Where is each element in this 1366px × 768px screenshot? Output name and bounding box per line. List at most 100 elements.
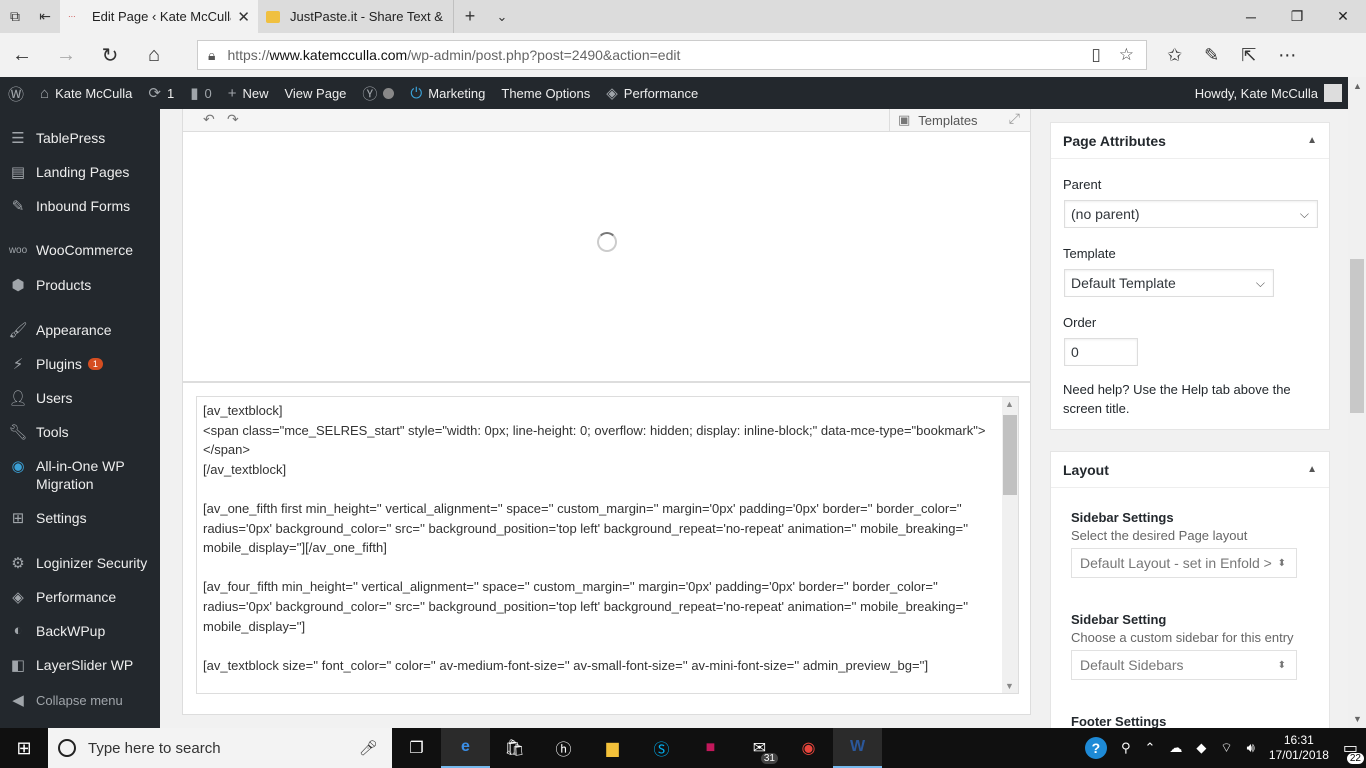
taskbar-search[interactable]: Type here to search 🎤︎ [48, 728, 392, 768]
home-icon[interactable]: ⌂ [132, 44, 176, 67]
tab-preview-chevron-icon[interactable]: ⌄ [486, 0, 518, 33]
share-icon[interactable]: ⇱ [1241, 45, 1256, 66]
menu-item-appearance[interactable]: 🖌︎ Appearance [0, 321, 160, 339]
undo-icon[interactable]: ↶ [203, 111, 215, 128]
page-scroll-thumb[interactable] [1350, 259, 1364, 413]
skype-icon[interactable]: Ⓢ [637, 728, 686, 768]
favorites-hub-icon[interactable]: ✩ [1167, 45, 1182, 66]
order-input[interactable]: 0 [1064, 338, 1138, 366]
microphone-icon[interactable]: 🎤︎ [359, 739, 378, 757]
scroll-thumb[interactable] [1003, 415, 1017, 495]
favorite-star-icon[interactable]: ☆ [1119, 45, 1134, 65]
parent-select[interactable]: (no parent) ⌵ [1064, 200, 1318, 228]
collapse-caret-icon[interactable]: ▲ [1307, 135, 1317, 146]
windows-start-icon[interactable]: ⊞ [0, 738, 48, 759]
help-question-icon[interactable]: ? [1084, 737, 1107, 759]
new-content-link[interactable]: + New [220, 77, 277, 109]
marketing-link[interactable]: ⏻ Marketing [402, 77, 493, 109]
menu-item-layerslider[interactable]: ◧ LayerSlider WP [0, 656, 160, 674]
refresh-icon[interactable]: ↻ [88, 43, 132, 68]
site-name-link[interactable]: ⌂ Kate McCulla [32, 77, 140, 109]
tray-chevron-icon[interactable]: ⌃ [1144, 740, 1155, 756]
order-label: Order [1063, 315, 1097, 330]
fullscreen-icon[interactable]: ⤢ [1009, 110, 1020, 127]
menu-item-products[interactable]: ⬢ Products [0, 276, 160, 294]
wordpress-logo-icon[interactable]: Ⓦ [0, 77, 32, 109]
chrome-icon[interactable]: ◉ [784, 728, 833, 768]
menu-item-inbound-forms[interactable]: ✎ Inbound Forms [0, 197, 160, 215]
back-arrow-icon[interactable]: ← [0, 44, 44, 67]
menu-item-plugins[interactable]: ⚡︎ Plugins 1 [0, 355, 160, 373]
performance-link[interactable]: ◈ Performance [598, 77, 706, 109]
my-account-link[interactable]: Howdy, Kate McCulla [1187, 77, 1348, 109]
sidebar-layout-select[interactable]: Default Layout - set in Enfold > ⬍ [1071, 548, 1297, 578]
menu-item-landing-pages[interactable]: ▤ Landing Pages [0, 163, 160, 181]
menu-item-settings[interactable]: ⊞ Settings [0, 509, 160, 527]
migration-icon: ◉ [11, 458, 25, 475]
comments-link[interactable]: ▮ 0 [182, 77, 220, 109]
builder-toolbar: ↶ ↷ ▣ Templates ⤢ [182, 109, 1031, 132]
templates-button[interactable]: ▣ Templates [889, 109, 986, 131]
url-field[interactable]: 🔒︎ https://www.katemcculla.com/wp-admin/… [197, 40, 1147, 70]
layout-header[interactable]: Layout ▲ [1051, 452, 1329, 488]
comment-icon: ▮ [190, 85, 199, 102]
wifi-icon[interactable]: ⌔ [1220, 740, 1232, 756]
menu-item-tools[interactable]: 🔧︎ Tools [0, 423, 160, 441]
menu-item-backwpup[interactable]: ◐ BackWPup [0, 622, 160, 639]
menu-item-all-in-one-migration[interactable]: ◉ All-in-One WP Migration [0, 457, 160, 493]
word-icon[interactable]: W [833, 728, 882, 768]
hp-icon[interactable]: ⓗ [539, 728, 588, 768]
custom-sidebar-select[interactable]: Default Sidebars ⬍ [1071, 650, 1297, 680]
minimize-icon[interactable]: ─ [1228, 0, 1274, 33]
redo-icon[interactable]: ↷ [227, 111, 239, 128]
wp-admin-bar: Ⓦ ⌂ Kate McCulla ⟳ 1 ▮ 0 + New View Page Ⓨ ⏻… [0, 77, 1348, 109]
textarea-scrollbar[interactable]: ▲ ▼ [1002, 397, 1018, 693]
file-explorer-icon[interactable]: ▆ [588, 728, 637, 768]
tab-edit-page[interactable]: ∙∙∙ Edit Page ‹ Kate McCulla ✕ [60, 0, 258, 33]
backup-icon: ◐ [13, 622, 23, 639]
more-icon[interactable]: ⋯ [1278, 45, 1296, 66]
people-icon[interactable]: ⚲ [1121, 740, 1131, 756]
menu-item-users[interactable]: 👤︎ Users [0, 389, 160, 407]
view-page-link[interactable]: View Page [276, 77, 354, 109]
edge-browser-icon[interactable]: e [441, 728, 490, 768]
template-select[interactable]: Default Template ⌵ [1064, 269, 1274, 297]
forward-arrow-icon[interactable]: → [44, 44, 88, 67]
tab-actions-icon[interactable]: ⧉ [0, 0, 30, 33]
mail-icon[interactable]: ✉ 31 [735, 728, 784, 768]
content-textarea[interactable]: [av_textblock] <span class="mce_SELRES_s… [196, 396, 1019, 694]
theme-options-link[interactable]: Theme Options [493, 77, 598, 109]
menu-item-woocommerce[interactable]: woo WooCommerce [0, 242, 160, 258]
updates-link[interactable]: ⟳ 1 [140, 77, 182, 109]
maximize-icon[interactable]: ❐ [1274, 0, 1320, 33]
page-scrollbar[interactable]: ▲ ▼ [1348, 77, 1366, 728]
web-note-icon[interactable]: ✎ [1204, 45, 1219, 66]
dropbox-icon[interactable]: ◆ [1196, 740, 1206, 756]
collapse-caret-icon[interactable]: ▲ [1307, 464, 1317, 475]
yoast-seo-link[interactable]: Ⓨ [354, 77, 402, 109]
menu-item-performance[interactable]: ◈ Performance [0, 588, 160, 606]
scroll-up-icon[interactable]: ▲ [1005, 399, 1014, 409]
clock[interactable]: 16:31 17/01/2018 [1269, 733, 1329, 763]
store-icon[interactable]: 🛍︎ [490, 728, 539, 768]
close-window-icon[interactable]: ✕ [1320, 0, 1366, 33]
volume-icon[interactable]: 🔊︎ [1247, 740, 1255, 756]
scroll-down-icon[interactable]: ▼ [1353, 714, 1362, 724]
app-magenta-icon[interactable]: ■ [686, 728, 735, 768]
action-center-icon[interactable]: ▭ 22 [1343, 738, 1364, 764]
reading-view-icon[interactable]: ▯ [1091, 45, 1100, 65]
network-tray-icon[interactable]: ☁ [1169, 740, 1182, 756]
tab-justpaste[interactable]: JustPaste.it - Share Text & Ir [258, 0, 454, 33]
page-attributes-header[interactable]: Page Attributes ▲ [1051, 123, 1329, 159]
set-aside-tabs-icon[interactable]: ⇤ [30, 0, 60, 33]
content-text: [av_textblock] <span class="mce_SELRES_s… [203, 403, 986, 673]
updates-count: 1 [166, 85, 175, 101]
scroll-down-icon[interactable]: ▼ [1005, 681, 1014, 691]
scroll-up-icon[interactable]: ▲ [1353, 81, 1362, 91]
close-tab-icon[interactable]: ✕ [237, 8, 250, 26]
menu-item-tablepress[interactable]: ☰ TablePress [0, 129, 160, 147]
task-view-icon[interactable]: ❐ [392, 728, 441, 768]
menu-item-loginizer[interactable]: ⚙ Loginizer Security [0, 554, 160, 572]
collapse-menu-button[interactable]: ◀ Collapse menu [0, 691, 160, 709]
new-tab-icon[interactable]: + [454, 0, 486, 33]
